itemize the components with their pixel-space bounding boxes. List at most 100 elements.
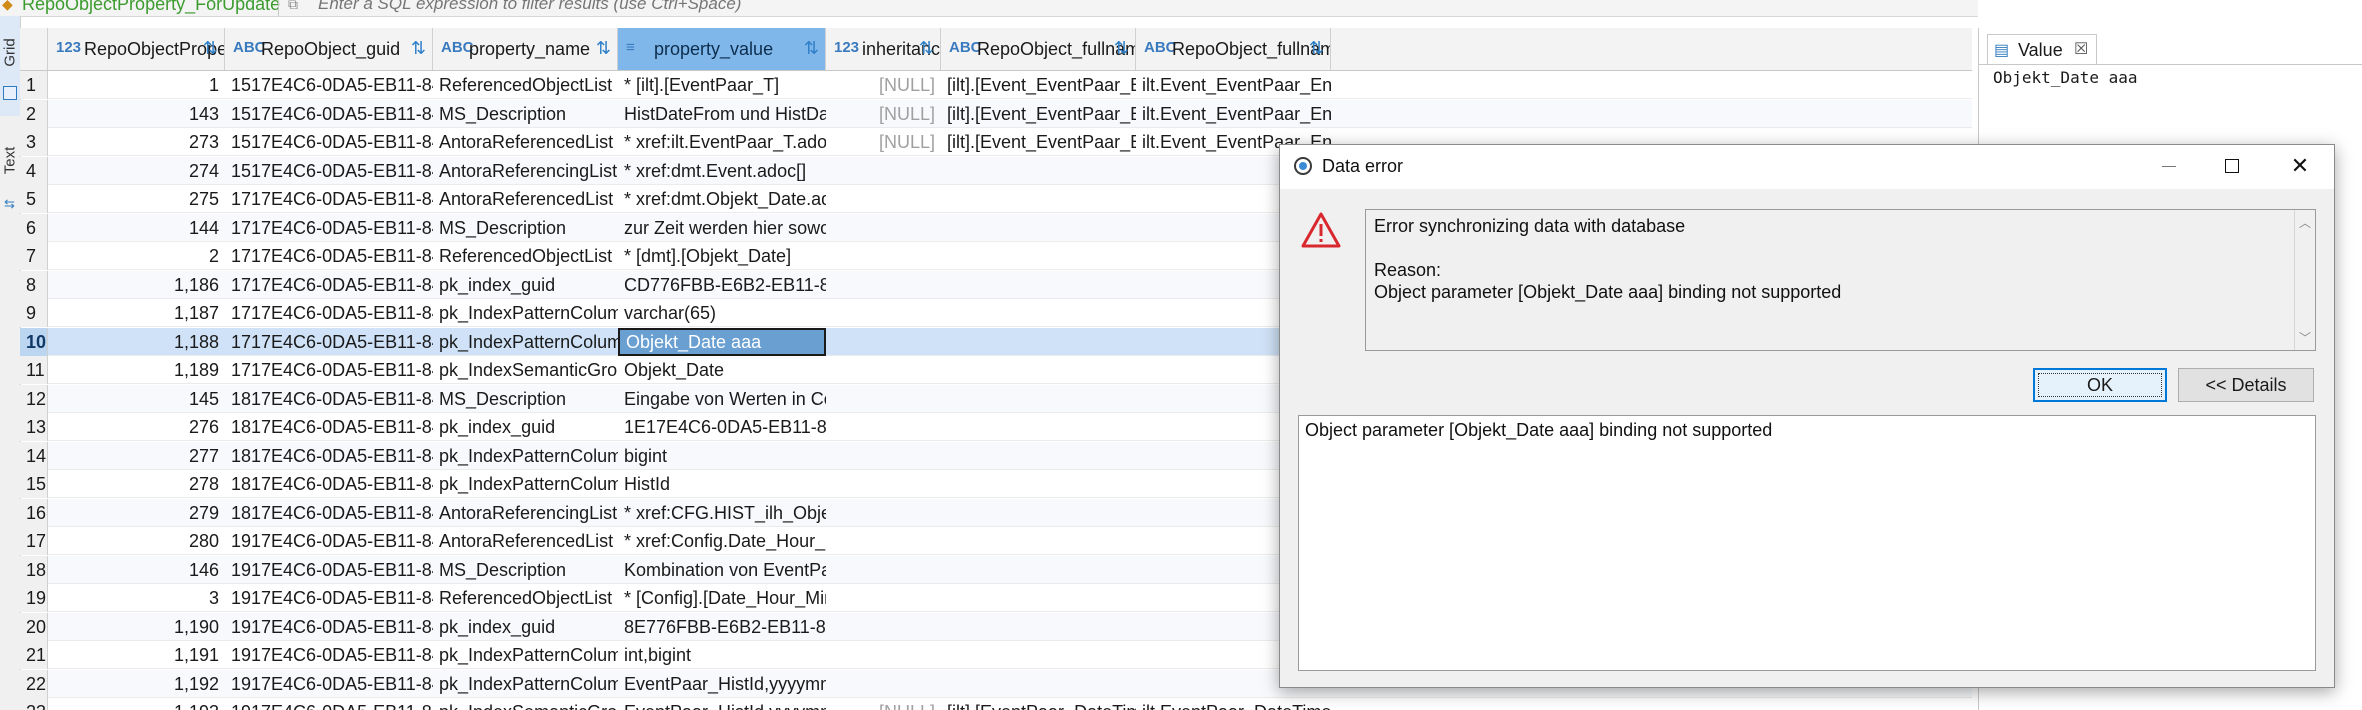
row-number[interactable]: 3 <box>20 128 48 156</box>
table-row[interactable]: 111517E4C6-0DA5-EB11-84FA-A81E8446ERefer… <box>20 71 1972 99</box>
table-cell-property-name[interactable]: pk_index_guid <box>433 413 618 441</box>
table-cell-inheritance[interactable] <box>826 470 941 498</box>
table-cell-repoobject-fullname[interactable] <box>941 613 1136 641</box>
tab-text[interactable]: Text ⇆ <box>0 118 20 218</box>
table-cell-property-name[interactable]: pk_IndexPatternColumnName <box>433 328 618 356</box>
table-cell-repoobjectproperty-id[interactable]: 1 <box>48 71 225 99</box>
row-number[interactable]: 12 <box>20 384 48 413</box>
row-number[interactable]: 10 <box>20 327 48 356</box>
table-cell-repoobject-fullname[interactable]: [ilt].[EventPaar_DateTime_Beginn] <box>941 698 1136 710</box>
table-row[interactable]: 21431517E4C6-0DA5-EB11-84FA-A81E8446EMS_… <box>20 99 1972 128</box>
column-header-repoobject-fullname2[interactable]: ABCRepoObject_fullname2⇅ <box>1136 28 1331 70</box>
row-number[interactable]: 21 <box>20 641 48 669</box>
scroll-up-icon[interactable]: ︿ <box>2299 214 2311 231</box>
table-cell-inheritance[interactable] <box>826 413 941 441</box>
column-header-repoobject-guid[interactable]: ABC RepoObject_guid ⇅ <box>225 28 433 70</box>
filter-icon[interactable]: ⧉ <box>288 0 298 13</box>
row-number[interactable]: 16 <box>20 498 48 527</box>
table-cell-inheritance[interactable]: [NULL] <box>826 100 941 128</box>
table-cell-inheritance[interactable] <box>826 613 941 641</box>
table-cell-property-name[interactable]: ReferencedObjectList <box>433 584 618 612</box>
filter-sort-icon[interactable]: ⇅ <box>596 38 611 59</box>
table-cell-repoobject-fullname[interactable] <box>941 641 1136 669</box>
table-cell-repoobject-guid[interactable]: 1917E4C6-0DA5-EB11-84FA-A81E8446E <box>225 698 433 710</box>
table-cell-property-name[interactable]: pk_IndexPatternColumnName <box>433 670 618 698</box>
table-cell-repoobjectproperty-id[interactable]: 1,189 <box>48 356 225 384</box>
table-cell-repoobject-guid[interactable]: 1817E4C6-0DA5-EB11-84FA-A81E8446E <box>225 470 433 498</box>
table-cell-property-name[interactable]: MS_Description <box>433 385 618 413</box>
table-cell-property-name[interactable]: ReferencedObjectList <box>433 71 618 99</box>
table-cell-repoobject-fullname[interactable] <box>941 413 1136 441</box>
row-number[interactable]: 23 <box>20 698 48 710</box>
table-cell-repoobject-guid[interactable]: 1517E4C6-0DA5-EB11-84FA-A81E8446E <box>225 71 433 99</box>
grid-corner[interactable] <box>20 28 48 70</box>
table-cell-inheritance[interactable] <box>826 584 941 612</box>
row-number[interactable]: 5 <box>20 185 48 213</box>
table-cell-property-value[interactable]: zur Zeit werden hier sowohl Primär- als <box>618 214 826 242</box>
table-cell-repoobject-fullname[interactable] <box>941 556 1136 584</box>
table-cell-property-value[interactable]: CD776FBB-E6B2-EB11-84FC-A81E8446E <box>618 271 826 299</box>
table-cell-repoobjectproperty-id[interactable]: 1,186 <box>48 271 225 299</box>
table-cell-repoobjectproperty-id[interactable]: 1,187 <box>48 299 225 327</box>
table-cell-inheritance[interactable] <box>826 242 941 270</box>
table-cell-property-name[interactable]: ReferencedObjectList <box>433 242 618 270</box>
table-cell-inheritance[interactable]: [NULL] <box>826 698 941 710</box>
error-details-box[interactable]: Object parameter [Objekt_Date aaa] bindi… <box>1298 415 2316 671</box>
table-cell-repoobject-guid[interactable]: 1917E4C6-0DA5-EB11-84FA-A81E8446E <box>225 527 433 555</box>
table-cell-repoobjectproperty-id[interactable]: 143 <box>48 100 225 128</box>
table-cell-property-value[interactable]: HistDateFrom und HistDateTo werden <box>618 100 826 128</box>
table-cell-property-value[interactable]: * xref:dmt.Objekt_Date.adoc[] <box>618 185 826 213</box>
table-cell-inheritance[interactable] <box>826 670 941 698</box>
ok-button[interactable]: OK <box>2033 368 2167 402</box>
table-cell-property-name[interactable]: AntoraReferencedList <box>433 128 618 156</box>
table-cell-repoobjectproperty-id[interactable]: 3 <box>48 584 225 612</box>
table-cell-inheritance[interactable] <box>826 556 941 584</box>
row-number[interactable]: 9 <box>20 299 48 327</box>
table-cell-property-value[interactable]: * [Config].[Date_Hour_Minute_T]¶* [ilt <box>618 584 826 612</box>
filter-sort-icon[interactable]: ⇅ <box>1114 38 1129 59</box>
row-number[interactable]: 4 <box>20 156 48 185</box>
table-cell-repoobjectproperty-id[interactable]: 144 <box>48 214 225 242</box>
table-cell-inheritance[interactable] <box>826 641 941 669</box>
table-cell-repoobjectproperty-id[interactable]: 274 <box>48 157 225 185</box>
table-cell-property-value[interactable]: * xref:ilt.EventPaar_T.adoc[] <box>618 128 826 156</box>
filter-sort-icon[interactable]: ⇅ <box>203 38 218 59</box>
table-cell-repoobjectproperty-id[interactable]: 276 <box>48 413 225 441</box>
error-message-box[interactable]: Error synchronizing data with database R… <box>1365 209 2316 351</box>
table-cell-repoobject-guid[interactable]: 1517E4C6-0DA5-EB11-84FA-A81E8446E <box>225 100 433 128</box>
table-cell-inheritance[interactable] <box>826 271 941 299</box>
table-cell-inheritance[interactable] <box>826 527 941 555</box>
table-cell-repoobject-fullname[interactable] <box>941 299 1136 327</box>
table-cell-inheritance[interactable] <box>826 442 941 470</box>
table-cell-property-value[interactable]: varchar(65) <box>618 299 826 327</box>
row-number[interactable]: 8 <box>20 270 48 299</box>
table-cell-repoobject-fullname[interactable] <box>941 242 1136 270</box>
table-cell-repoobject-fullname[interactable] <box>941 185 1136 213</box>
table-cell-repoobjectproperty-id[interactable]: 1,188 <box>48 328 225 356</box>
table-cell-property-name[interactable]: pk_IndexPatternColumnName <box>433 470 618 498</box>
row-number[interactable]: 18 <box>20 555 48 584</box>
table-cell-repoobject-guid[interactable]: 1717E4C6-0DA5-EB11-84FA-A81E8446E <box>225 271 433 299</box>
table-cell-repoobjectproperty-id[interactable]: 146 <box>48 556 225 584</box>
table-cell-property-value[interactable]: Kombination von EventPaar mit Datun <box>618 556 826 584</box>
table-cell-property-name[interactable]: pk_IndexPatternColumnDatatype <box>433 641 618 669</box>
table-cell-repoobject-fullname[interactable] <box>941 328 1136 356</box>
table-cell-repoobject-guid[interactable]: 1817E4C6-0DA5-EB11-84FA-A81E8446E <box>225 442 433 470</box>
table-cell-repoobject-fullname[interactable] <box>941 499 1136 527</box>
table-cell-repoobjectproperty-id[interactable]: 275 <box>48 185 225 213</box>
table-cell-repoobject-guid[interactable]: 1817E4C6-0DA5-EB11-84FA-A81E8446E <box>225 385 433 413</box>
row-number[interactable]: 22 <box>20 669 48 698</box>
table-cell-repoobjectproperty-id[interactable]: 145 <box>48 385 225 413</box>
row-number[interactable]: 11 <box>20 356 48 384</box>
table-cell-inheritance[interactable] <box>826 385 941 413</box>
table-cell-property-name[interactable]: pk_index_guid <box>433 613 618 641</box>
table-cell-repoobject-guid[interactable]: 1917E4C6-0DA5-EB11-84FA-A81E8446E <box>225 584 433 612</box>
column-header-property-value[interactable]: ≡ property_value ⇅ <box>618 28 826 70</box>
tab-grid[interactable]: Grid <box>0 16 20 116</box>
table-cell-repoobject-guid[interactable]: 1717E4C6-0DA5-EB11-84FA-A81E8446E <box>225 214 433 242</box>
minimize-button[interactable] <box>2142 149 2194 183</box>
table-cell-repoobject-fullname2[interactable]: ilt.Event_EventPaar_Ende <box>1136 100 1331 128</box>
table-row[interactable]: 231,1931917E4C6-0DA5-EB11-84FA-A81E8446E… <box>20 698 1972 710</box>
table-cell-property-value[interactable]: * xref:dmt.Event.adoc[] <box>618 157 826 185</box>
table-cell-inheritance[interactable] <box>826 157 941 185</box>
